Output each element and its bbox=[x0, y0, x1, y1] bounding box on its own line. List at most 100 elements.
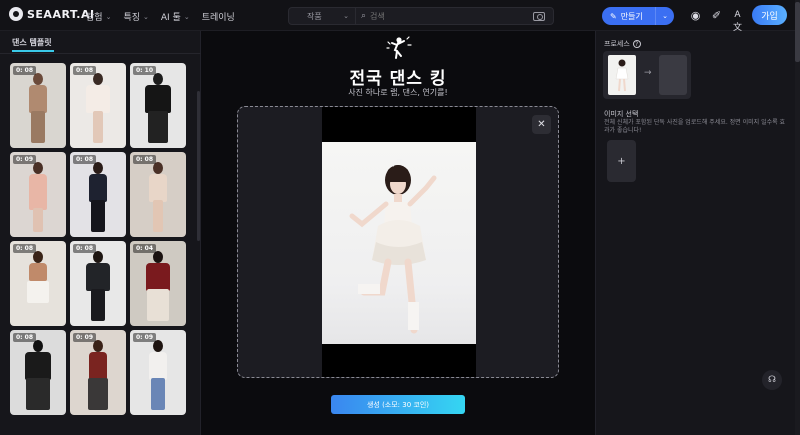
process-source-thumb bbox=[608, 55, 636, 95]
template-card[interactable]: 0: 08 bbox=[10, 63, 66, 148]
camera-icon[interactable] bbox=[533, 11, 545, 21]
chevron-down-icon[interactable]: ⌄ bbox=[656, 12, 674, 20]
page-subtitle: 사진 하나로 랩, 댄스, 연기를! bbox=[348, 88, 448, 97]
nav-item-label: 트레이닝 bbox=[201, 13, 235, 23]
duration-badge: 0: 08 bbox=[13, 244, 37, 253]
upload-dropzone[interactable]: ✕ bbox=[237, 106, 559, 378]
duration-badge: 0: 10 bbox=[133, 66, 157, 75]
template-figure bbox=[31, 111, 45, 143]
chevron-down-icon: ⌄ bbox=[343, 12, 349, 20]
template-card[interactable]: 0: 04 bbox=[130, 241, 186, 326]
template-figure bbox=[86, 85, 110, 113]
logo-icon bbox=[9, 7, 23, 21]
dancer-icon bbox=[386, 36, 412, 59]
brand-name: SEAART.AI bbox=[27, 7, 95, 21]
generate-button[interactable]: 생성 (소모: 30 코인) bbox=[331, 395, 465, 414]
process-heading: 프로세스 ? bbox=[604, 39, 641, 49]
process-label: 프로세스 bbox=[604, 40, 630, 48]
nav-item-features[interactable]: 특징 ⌄ bbox=[123, 10, 149, 24]
nav-item-explore[interactable]: 탐험 ⌄ bbox=[86, 10, 112, 24]
page-scrollbar-track[interactable] bbox=[795, 0, 800, 435]
template-card[interactable]: 0: 08 bbox=[10, 330, 66, 415]
nav-item-label: 탐험 bbox=[86, 13, 103, 23]
add-image-button[interactable]: + bbox=[607, 140, 636, 182]
chevron-down-icon: ⌄ bbox=[143, 12, 149, 21]
search-bar: 작품 ⌄ ⌕ bbox=[288, 7, 554, 25]
search-category-label: 작품 bbox=[307, 11, 322, 21]
settings-panel: 프로세스 ? → 이미지 선택 전체 신체가 포함된 단독 사진을 업로드해 주… bbox=[595, 31, 795, 435]
template-figure bbox=[91, 200, 105, 232]
template-figure bbox=[93, 111, 103, 143]
template-figure bbox=[153, 200, 163, 232]
sidebar-title[interactable]: 댄스 템플릿 bbox=[12, 37, 52, 48]
template-figure bbox=[151, 378, 165, 410]
template-figure bbox=[149, 174, 167, 202]
create-label: 만들기 bbox=[620, 11, 643, 21]
search-category-select[interactable]: 작품 ⌄ bbox=[289, 8, 356, 24]
discord-icon[interactable]: ◉ bbox=[689, 9, 702, 22]
template-figure bbox=[26, 378, 50, 410]
create-button[interactable]: ✎ 만들기 ⌄ bbox=[602, 7, 674, 25]
tab-underline bbox=[12, 50, 54, 52]
chevron-down-icon: ⌄ bbox=[183, 12, 190, 21]
close-button[interactable]: ✕ bbox=[532, 115, 551, 134]
template-grid: 0: 08 0: 08 0: 10 0: 09 0: 08 0: 08 0: 0… bbox=[10, 63, 190, 415]
duration-badge: 0: 08 bbox=[13, 333, 37, 342]
template-figure bbox=[147, 289, 169, 321]
duration-badge: 0: 09 bbox=[133, 333, 157, 342]
pen-icon[interactable]: ✐ bbox=[710, 9, 723, 22]
template-figure bbox=[29, 263, 47, 281]
top-navbar: SEAART.AI 탐험 ⌄ 특징 ⌄ AI 툴 ⌄ 트레이닝 작품 ⌄ ⌕ 검… bbox=[0, 0, 800, 33]
duration-badge: 0: 09 bbox=[13, 155, 37, 164]
template-card[interactable]: 0: 08 bbox=[10, 241, 66, 326]
headset-support-icon[interactable]: ☊ bbox=[762, 370, 782, 390]
nav-item-ai-tools[interactable]: AI 툴 ⌄ bbox=[160, 10, 190, 24]
duration-badge: 0: 08 bbox=[73, 244, 97, 253]
template-card[interactable]: 0: 09 bbox=[70, 330, 126, 415]
duration-badge: 0: 09 bbox=[73, 333, 97, 342]
sparkle-icon: ✎ bbox=[610, 11, 617, 21]
brand-logo[interactable]: SEAART.AI bbox=[9, 7, 95, 21]
template-figure bbox=[145, 85, 171, 113]
chevron-down-icon: ⌄ bbox=[105, 12, 112, 21]
preview-frame bbox=[322, 107, 476, 377]
duration-badge: 0: 08 bbox=[133, 155, 157, 164]
template-card[interactable]: 0: 09 bbox=[130, 330, 186, 415]
template-card[interactable]: 0: 10 bbox=[130, 63, 186, 148]
duration-badge: 0: 08 bbox=[73, 155, 97, 164]
template-figure bbox=[91, 289, 105, 321]
template-card[interactable]: 0: 08 bbox=[130, 152, 186, 237]
main-nav: 탐험 ⌄ 특징 ⌄ AI 툴 ⌄ 트레이닝 bbox=[86, 10, 235, 24]
template-card[interactable]: 0: 09 bbox=[10, 152, 66, 237]
page-scrollbar-thumb[interactable] bbox=[795, 2, 800, 62]
template-figure bbox=[89, 174, 107, 202]
language-icon[interactable]: A文 bbox=[731, 9, 744, 33]
arrow-right-icon: → bbox=[644, 68, 652, 78]
help-icon[interactable]: ? bbox=[632, 40, 641, 48]
page-title: 전국 댄스 킹 bbox=[349, 69, 447, 89]
dancer-photo-illustration bbox=[349, 159, 437, 334]
template-figure bbox=[89, 352, 107, 380]
template-figure bbox=[33, 208, 43, 232]
template-card[interactable]: 0: 08 bbox=[70, 152, 126, 237]
template-figure bbox=[88, 378, 108, 410]
nav-item-training[interactable]: 트레이닝 bbox=[202, 10, 235, 23]
divider bbox=[0, 53, 201, 54]
template-card[interactable]: 0: 08 bbox=[70, 241, 126, 326]
process-thumb-figure bbox=[615, 59, 629, 92]
create-main[interactable]: ✎ 만들기 bbox=[602, 7, 656, 25]
nav-item-label: AI 툴 bbox=[160, 13, 181, 23]
close-icon: ✕ bbox=[537, 119, 546, 130]
search-input[interactable] bbox=[366, 11, 533, 21]
duration-badge: 0: 08 bbox=[73, 66, 97, 75]
template-card[interactable]: 0: 08 bbox=[70, 63, 126, 148]
join-button[interactable]: 가입 bbox=[752, 5, 787, 25]
app-root: SEAART.AI 탐험 ⌄ 특징 ⌄ AI 툴 ⌄ 트레이닝 작품 ⌄ ⌕ 검… bbox=[0, 0, 800, 435]
main-area: 전국 댄스 킹 사진 하나로 랩, 댄스, 연기를! ✕ 생성 (소모: 30 … bbox=[201, 31, 595, 435]
plus-icon: + bbox=[617, 155, 626, 167]
sidebar-scrollbar[interactable] bbox=[197, 91, 200, 241]
duration-badge: 0: 04 bbox=[133, 244, 157, 253]
template-figure bbox=[29, 174, 47, 210]
nav-item-label: 특징 bbox=[123, 13, 140, 23]
template-figure bbox=[146, 263, 170, 291]
